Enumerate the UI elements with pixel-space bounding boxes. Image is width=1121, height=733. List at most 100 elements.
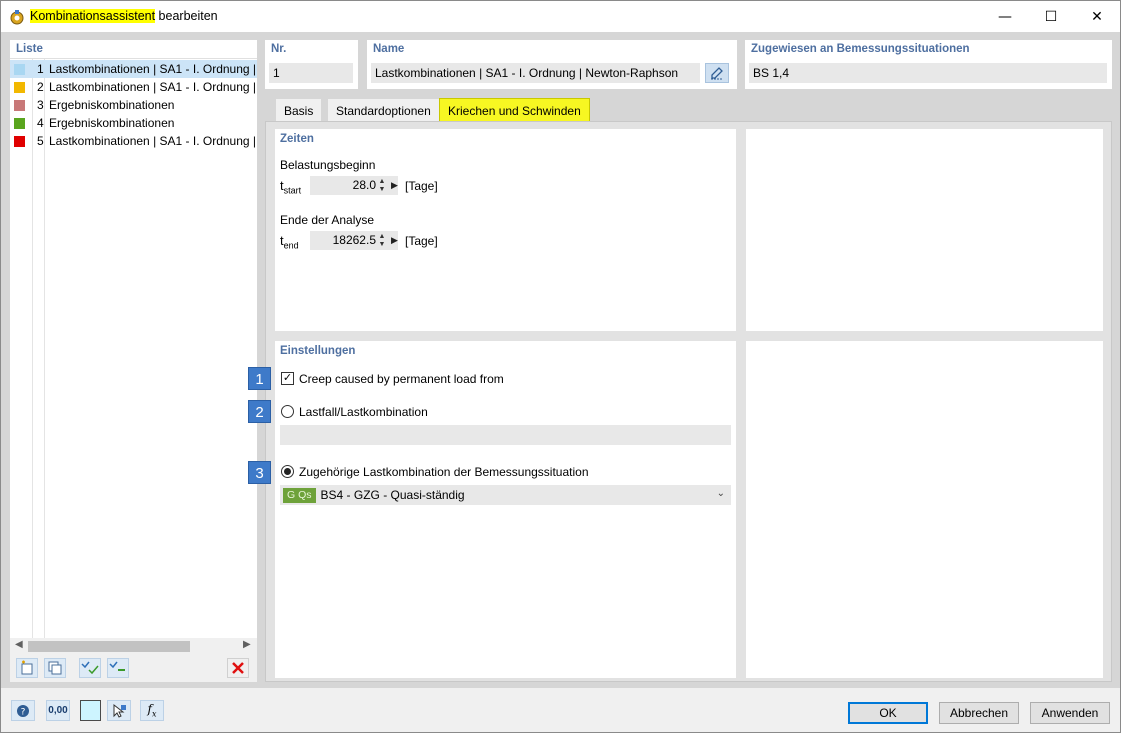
ok-button[interactable]: OK (848, 702, 928, 724)
item-number: 3 (37, 98, 44, 112)
einstellungen-section: Einstellungen ✓ Creep caused by permanen… (275, 341, 736, 678)
edit-icon (711, 67, 723, 80)
callout-badge-2: 2 (248, 400, 271, 423)
bottom-bar: ? 0,00 fx OK Abbrechen Anwenden (1, 688, 1120, 732)
item-number: 5 (37, 134, 44, 148)
item-label: Lastkombinationen | SA1 - I. Ordnung | N… (49, 134, 257, 148)
t-end-symbol: tend (280, 233, 299, 251)
uncheck-button[interactable] (107, 658, 129, 678)
t-end-spinner[interactable]: ▲ ▼ (377, 231, 387, 250)
list-item-3[interactable]: 3 Ergebniskombinationen (10, 96, 257, 114)
bemessungssituation-radio[interactable] (281, 465, 294, 478)
t-end-menu-icon[interactable]: ▶ (391, 235, 398, 246)
edit-name-button[interactable] (705, 63, 729, 83)
tab-standardoptionen[interactable]: Standardoptionen (328, 99, 439, 121)
check-all-button[interactable] (79, 658, 101, 678)
list-toolbar (10, 655, 257, 682)
copy-icon (48, 661, 62, 675)
lastfall-input[interactable] (280, 425, 731, 445)
window-title-rest: bearbeiten (155, 9, 218, 23)
dropdown-value: BS4 - GZG - Quasi-ständig (320, 488, 465, 502)
assigned-input[interactable]: BS 1,4 (749, 63, 1107, 83)
zeiten-right-panel (746, 129, 1103, 331)
cancel-button[interactable]: Abbrechen (939, 702, 1019, 724)
item-label: Ergebniskombinationen (49, 98, 175, 112)
creep-checkbox[interactable]: ✓ (281, 372, 294, 385)
select-objects-icon (113, 703, 126, 718)
color-button[interactable] (80, 700, 101, 721)
list-body: 1 Lastkombinationen | SA1 - I. Ordnung |… (10, 58, 257, 639)
item-number: 1 (37, 62, 44, 76)
lastkombination-dropdown[interactable]: G Qs BS4 - GZG - Quasi-ständig ⌄ (280, 485, 731, 505)
bemessungssituation-label: Zugehörige Lastkombination der Bemessung… (299, 465, 589, 479)
color-swatch (14, 99, 25, 111)
t-start-unit: [Tage] (405, 179, 438, 193)
delete-icon (232, 662, 244, 674)
select-objects-button[interactable] (107, 700, 131, 721)
list-item-1[interactable]: 1 Lastkombinationen | SA1 - I. Ordnung |… (10, 60, 257, 78)
svg-text:?: ? (21, 707, 26, 717)
color-swatch (14, 117, 25, 129)
decimal-places-button[interactable]: 0,00 (46, 700, 70, 721)
color-swatch (14, 63, 25, 75)
start-label: Belastungsbeginn (280, 158, 376, 172)
nr-input[interactable]: 1 (269, 63, 353, 83)
copy-item-button[interactable] (44, 658, 66, 678)
color-swatch (14, 81, 25, 93)
tab-kriechen-und-schwinden[interactable]: Kriechen und Schwinden (439, 98, 590, 122)
assigned-field-group: Zugewiesen an Bemessungssituationen BS 1… (745, 40, 1112, 89)
minimize-button[interactable]: — (982, 1, 1028, 32)
check-all-icon (81, 661, 99, 675)
item-number: 2 (37, 80, 44, 94)
callout-badge-3: 3 (248, 461, 271, 484)
horizontal-scrollbar[interactable]: ◀ ▶ (10, 638, 257, 655)
dialog-window: Kombinationsassistent bearbeiten — ☐ ✕ L… (0, 0, 1121, 733)
list-item-5[interactable]: 5 Lastkombinationen | SA1 - I. Ordnung |… (10, 132, 257, 150)
new-item-button[interactable] (16, 658, 38, 678)
decimal-icon: 0,00 (48, 705, 68, 716)
formula-button[interactable]: fx (140, 700, 164, 721)
item-label: Lastkombinationen | SA1 - I. Ordnung | N… (49, 80, 257, 94)
creep-label: Creep caused by permanent load from (299, 372, 504, 386)
end-label: Ende der Analyse (280, 213, 375, 227)
zeiten-section: Zeiten Belastungsbeginn tstart 28.0 ▲ ▼ ▶… (275, 129, 736, 331)
t-end-unit: [Tage] (405, 234, 438, 248)
zeiten-title: Zeiten (280, 133, 314, 145)
item-number: 4 (37, 116, 44, 130)
item-label: Ergebniskombinationen (49, 116, 175, 130)
tab-basis[interactable]: Basis (276, 99, 322, 121)
window-title-highlight: Kombinationsassistent (30, 9, 156, 23)
t-start-menu-icon[interactable]: ▶ (391, 180, 398, 191)
t-start-symbol: tstart (280, 178, 302, 196)
scroll-left-icon[interactable]: ◀ (15, 639, 23, 650)
t-start-spinner[interactable]: ▲ ▼ (377, 176, 387, 195)
name-input[interactable]: Lastkombinationen | SA1 - I. Ordnung | N… (371, 63, 700, 83)
chevron-down-icon: ⌄ (716, 488, 725, 499)
lastfall-label: Lastfall/Lastkombination (299, 405, 428, 419)
scroll-right-icon[interactable]: ▶ (243, 639, 251, 650)
formula-icon: fx (147, 702, 157, 719)
list-panel: Liste 1 Lastkombinationen | SA1 - I. Ord… (10, 40, 257, 682)
dropdown-tag: G Qs (283, 487, 316, 503)
scroll-thumb[interactable] (28, 641, 190, 652)
maximize-button[interactable]: ☐ (1028, 1, 1074, 32)
lastfall-radio[interactable] (281, 405, 294, 418)
delete-button[interactable] (227, 658, 249, 678)
einstellungen-right-panel (746, 341, 1103, 678)
app-icon (10, 10, 24, 25)
list-header: Liste (16, 43, 43, 55)
title-bar: Kombinationsassistent bearbeiten — ☐ ✕ (1, 1, 1120, 32)
new-item-icon (21, 660, 33, 675)
einstellungen-title: Einstellungen (280, 345, 356, 357)
help-button[interactable]: ? (11, 700, 35, 721)
list-item-4[interactable]: 4 Ergebniskombinationen (10, 114, 257, 132)
help-icon: ? (17, 704, 29, 717)
list-item-2[interactable]: 2 Lastkombinationen | SA1 - I. Ordnung |… (10, 78, 257, 96)
apply-button[interactable]: Anwenden (1030, 702, 1110, 724)
close-button[interactable]: ✕ (1074, 1, 1120, 32)
window-title: Kombinationsassistent bearbeiten (30, 9, 218, 23)
item-label: Lastkombinationen | SA1 - I. Ordnung | N… (49, 62, 257, 76)
color-swatch (14, 135, 25, 147)
assigned-label: Zugewiesen an Bemessungssituationen (751, 43, 970, 55)
toggle-check-icon (109, 661, 125, 671)
